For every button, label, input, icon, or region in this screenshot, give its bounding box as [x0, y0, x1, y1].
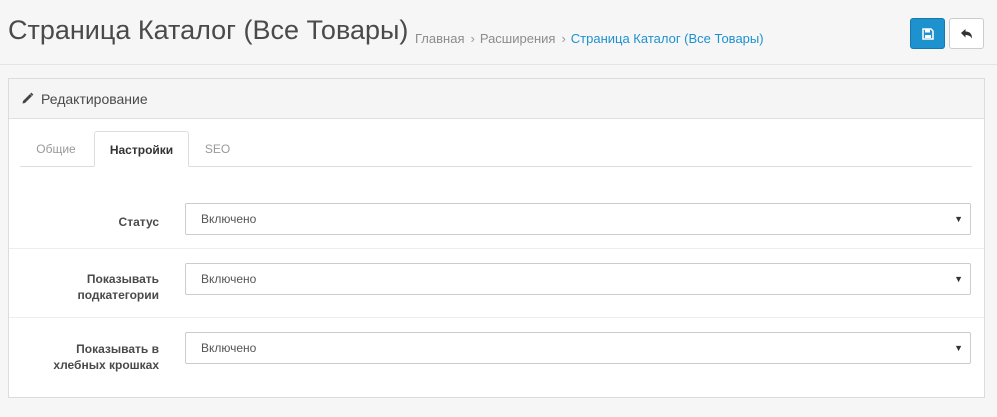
breadcrumbs-select[interactable]: Включено ▼: [185, 332, 971, 364]
subcategories-select[interactable]: Включено ▼: [185, 263, 971, 295]
form-row-subcategories: Показывать подкатегории Включено ▼: [9, 248, 984, 317]
reply-icon: [961, 28, 972, 38]
tab-settings[interactable]: Настройки: [94, 131, 189, 167]
form-row-status: Статус Включено ▼: [9, 190, 984, 248]
breadcrumb-home[interactable]: Главная: [415, 31, 464, 46]
edit-panel: Редактирование Общие Настройки SEO Стату…: [8, 78, 985, 398]
panel-heading: Редактирование: [9, 79, 984, 119]
breadcrumbs-select-value: Включено: [201, 341, 257, 355]
breadcrumb-current[interactable]: Страница Каталог (Все Товары): [571, 31, 764, 46]
panel-heading-title: Редактирование: [41, 90, 148, 107]
breadcrumbs-label: Показывать в хлебных крошках: [53, 342, 159, 372]
status-select[interactable]: Включено ▼: [185, 203, 971, 235]
save-icon: [921, 27, 934, 40]
page-title: Страница Каталог (Все Товары): [8, 15, 409, 45]
form-row-breadcrumbs: Показывать в хлебных крошках Включено ▼: [9, 317, 984, 397]
chevron-down-icon: ▼: [954, 214, 963, 224]
subcategories-select-value: Включено: [201, 272, 257, 286]
status-label: Статус: [118, 215, 159, 229]
breadcrumb-extensions[interactable]: Расширения: [480, 31, 556, 46]
tab-seo[interactable]: SEO: [195, 131, 240, 167]
chevron-down-icon: ▼: [954, 274, 963, 284]
back-button[interactable]: [949, 18, 984, 49]
status-select-value: Включено: [201, 212, 257, 226]
pencil-icon: [21, 92, 34, 105]
tab-bar: Общие Настройки SEO: [20, 131, 972, 167]
chevron-down-icon: ▼: [954, 343, 963, 353]
subcategories-label: Показывать подкатегории: [77, 272, 159, 302]
breadcrumb-separator: ›: [561, 31, 566, 46]
breadcrumb: Главная › Расширения › Страница Каталог (Все…: [415, 31, 764, 46]
save-button[interactable]: [910, 18, 945, 49]
tab-general[interactable]: Общие: [20, 131, 92, 167]
page-header: Страница Каталог (Все Товары) Главная › Ра…: [0, 0, 997, 65]
breadcrumb-separator: ›: [470, 31, 475, 46]
